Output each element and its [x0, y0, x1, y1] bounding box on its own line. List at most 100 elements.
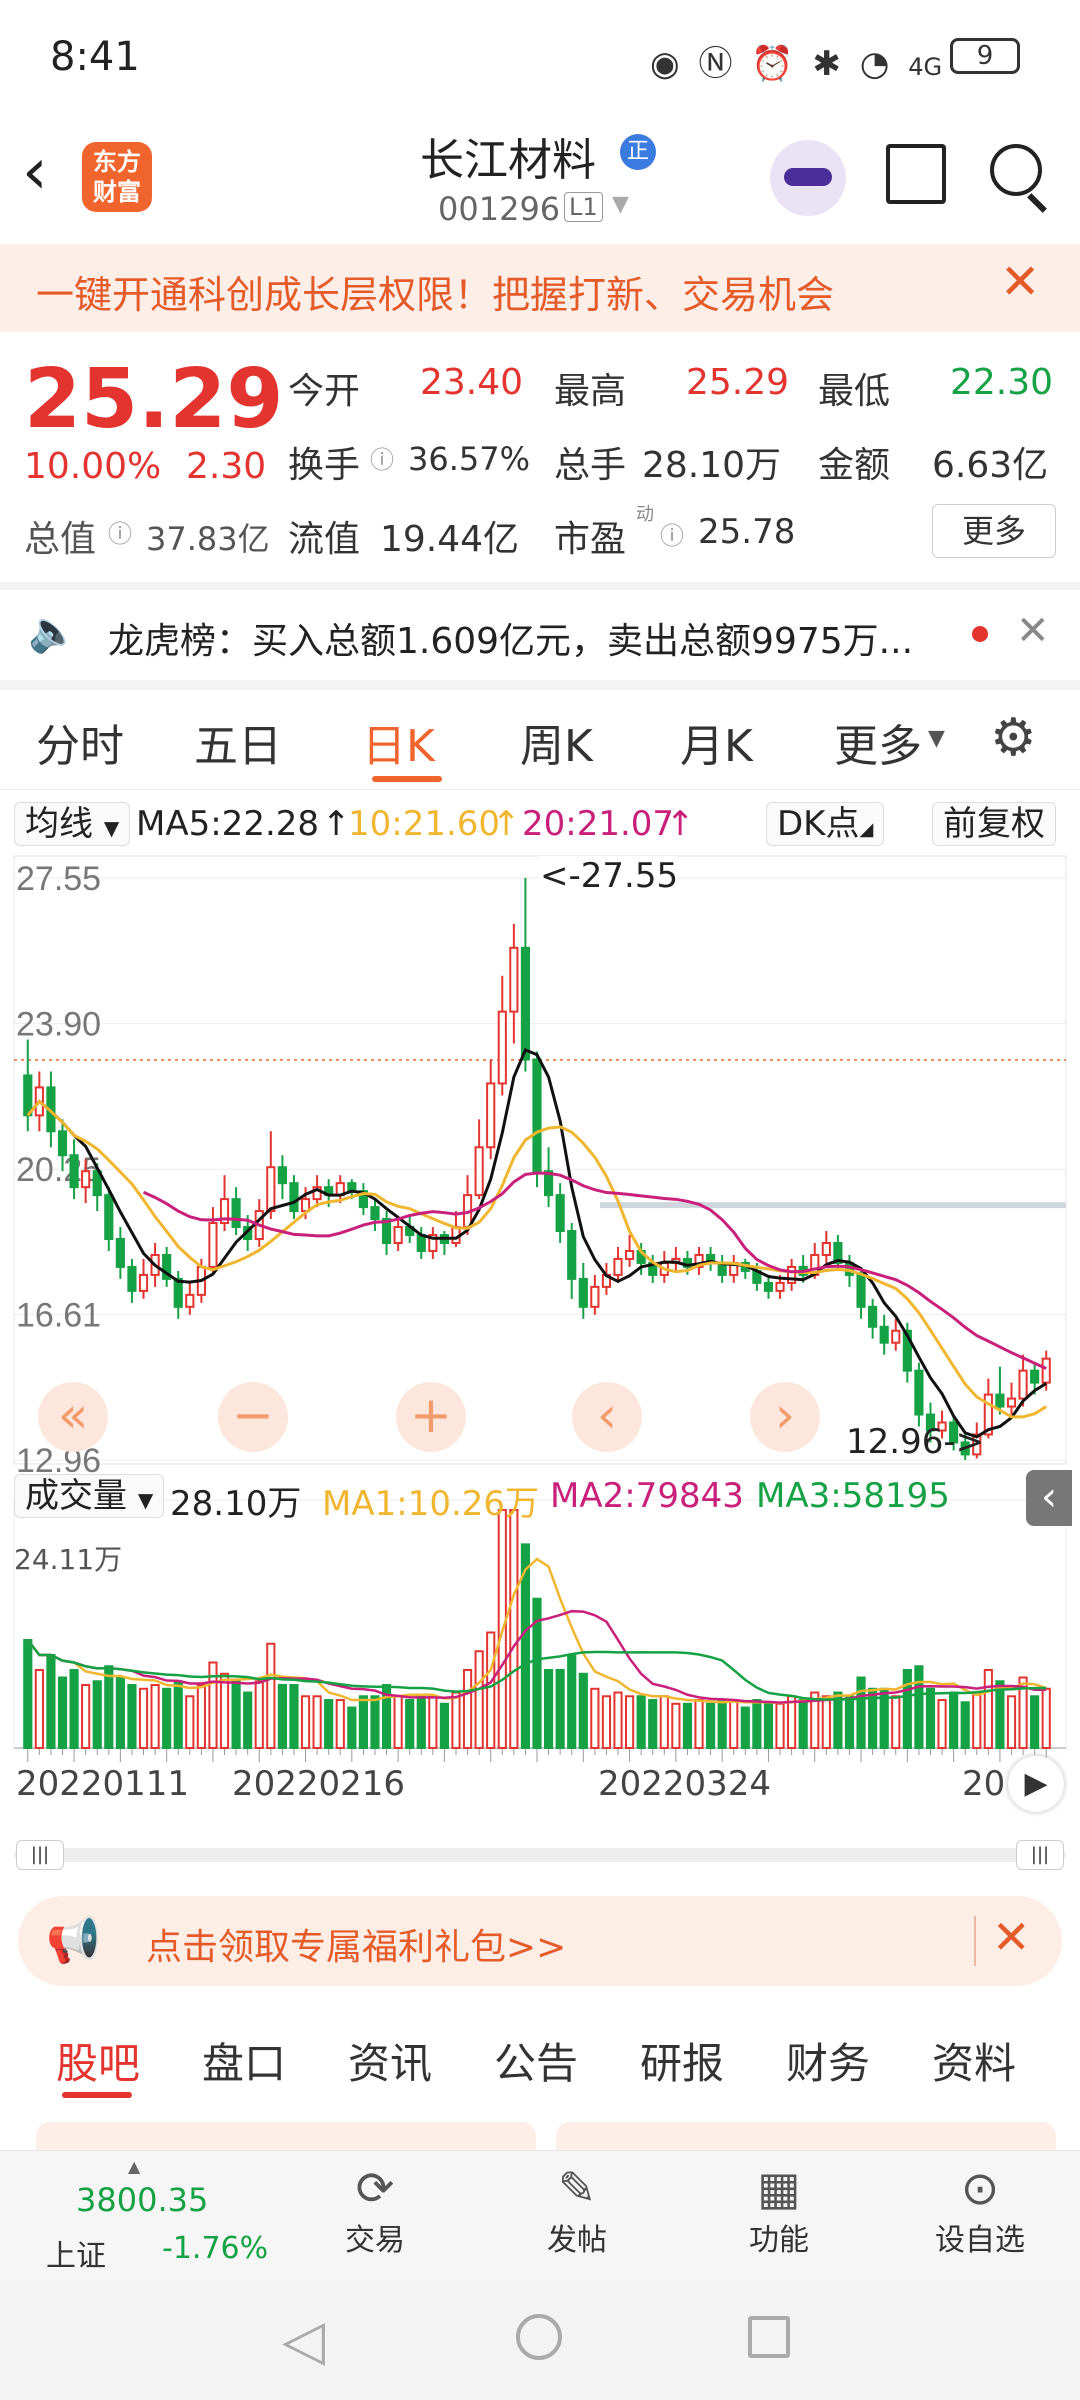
back-arrow-icon[interactable]: ‹	[22, 140, 48, 204]
range-handle-right[interactable]: |||	[1016, 1840, 1064, 1870]
volume-bar	[763, 1702, 774, 1749]
close-icon[interactable]: ✕	[1000, 254, 1040, 310]
tab-news[interactable]: 资讯	[348, 2030, 432, 2091]
index-value[interactable]: 3800.35	[76, 2181, 208, 2219]
tab-research[interactable]: 研报	[640, 2030, 724, 2091]
float-value: 19.44亿	[380, 519, 520, 560]
bottom-dock: ▲ 3800.35 上证 -1.76% ⟳ 交易 ✎ 发帖 ▦ 功能 ⊙ 设自选	[0, 2150, 1080, 2280]
volume-bar	[995, 1680, 1005, 1749]
volume-bar	[983, 1669, 993, 1749]
zoom-out-icon[interactable]: −	[218, 1382, 288, 1452]
volume-bar	[833, 1691, 843, 1749]
pe-info-icon[interactable]: ⓘ	[660, 516, 684, 551]
close-news-icon[interactable]: ✕	[1016, 608, 1050, 654]
zoom-in-icon[interactable]: +	[396, 1382, 466, 1452]
range-scrollbar[interactable]	[14, 1848, 1066, 1862]
tab-weekly-k[interactable]: 周K	[520, 710, 593, 774]
volume-bar	[659, 1695, 669, 1749]
turnover-label: 换手	[288, 445, 361, 486]
volume-bar	[300, 1695, 311, 1749]
card-left[interactable]	[36, 2122, 536, 2150]
candle-down	[578, 1277, 588, 1308]
eastmoney-logo[interactable]: 东方 财富	[82, 142, 152, 212]
volume-bar	[150, 1684, 160, 1749]
mktcap-info-icon[interactable]: ⓘ	[108, 514, 132, 549]
volume-bar	[543, 1669, 554, 1749]
nav-back-icon[interactable]: ◁	[282, 2308, 325, 2373]
kline-svg: 27.5523.9020.2516.6112.96	[13, 855, 1067, 1762]
candle-down	[370, 1206, 380, 1221]
speaker-icon: 🔈	[28, 609, 78, 655]
index-up-caret-icon: ▲	[128, 2157, 141, 2176]
candle-up	[266, 1166, 276, 1213]
welfare-banner[interactable]: 📢 点击领取专属福利礼包>> ✕	[18, 1896, 1062, 1986]
volume-bar	[92, 1680, 102, 1749]
tab-finance[interactable]: 财务	[786, 2030, 870, 2091]
pe-label: 市盈	[554, 519, 627, 560]
add-watchlist-button[interactable]: ⊙ 设自选	[920, 2161, 1040, 2259]
ma20-value: 20:21.07	[522, 804, 675, 844]
scroll-right-icon[interactable]: ▶	[1008, 1756, 1064, 1812]
range-handle-left[interactable]: |||	[16, 1840, 64, 1870]
amount-value: 6.63亿	[932, 445, 1049, 486]
trade-button[interactable]: ⟳ 交易	[330, 2161, 420, 2259]
dk-point-button[interactable]: DK点◢	[766, 802, 885, 846]
settings-gear-icon[interactable]: ⚙	[990, 708, 1037, 768]
wifi-icon: ◔	[859, 44, 890, 84]
vol-max-label: 24.11万	[14, 1543, 123, 1576]
rewind-icon[interactable]: «	[38, 1382, 108, 1452]
adjust-button[interactable]: 前复权	[932, 802, 1056, 846]
info-icon[interactable]: ⓘ	[370, 440, 394, 475]
candle-up	[1006, 1397, 1017, 1408]
card-right[interactable]	[556, 2122, 1056, 2150]
candle-down	[69, 1154, 79, 1189]
tab-five-day[interactable]: 五日	[194, 710, 282, 774]
collapse-panel-icon[interactable]: ‹	[1026, 1470, 1072, 1526]
news-ticker[interactable]: 🔈 龙虎榜：买入总额1.609亿元，卖出总额9975万... ✕	[0, 590, 1080, 680]
candle-up	[775, 1281, 785, 1292]
edit-icon: ✎	[557, 2161, 597, 2215]
megaphone-icon: 📢	[46, 1915, 101, 1966]
nav-recents-icon[interactable]	[748, 2316, 790, 2358]
function-label: 功能	[749, 2223, 809, 2258]
low-annotation: 12.96->	[846, 1422, 985, 1462]
tab-profile[interactable]: 资料	[932, 2030, 1016, 2091]
search-icon[interactable]	[990, 144, 1042, 196]
volume-bar	[624, 1695, 635, 1749]
level-dropdown-icon[interactable]: ▼	[612, 192, 629, 217]
level-badge[interactable]: L1	[564, 192, 603, 222]
indicator-select[interactable]: 成交量 ▼	[14, 1474, 165, 1518]
nav-home-icon[interactable]	[516, 2314, 562, 2360]
high-value: 25.29	[686, 362, 790, 403]
tab-intraday[interactable]: 分时	[36, 710, 124, 774]
volume-bar	[416, 1695, 426, 1749]
prev-icon[interactable]: ‹	[572, 1382, 642, 1452]
ma-type-select[interactable]: 均线 ▼	[14, 802, 131, 846]
high-annotation: <-27.55	[540, 856, 679, 896]
tab-pankou[interactable]: 盘口	[202, 2030, 286, 2091]
tab-announcement[interactable]: 公告	[494, 2030, 578, 2091]
tab-monthly-k[interactable]: 月K	[680, 710, 753, 774]
candle-up	[81, 1170, 91, 1189]
more-dropdown-icon[interactable]: ▼	[928, 726, 945, 751]
next-icon[interactable]: ›	[750, 1382, 820, 1452]
function-button[interactable]: ▦ 功能	[734, 2161, 824, 2259]
volume-bar	[439, 1702, 450, 1749]
tab-more[interactable]: 更多	[834, 710, 922, 774]
ma5-value: MA5:22.28	[136, 804, 320, 844]
post-button[interactable]: ✎ 发帖	[532, 2161, 622, 2259]
more-button[interactable]: 更多	[932, 504, 1056, 558]
promo-banner[interactable]: 一键开通科创成长层权限！把握打新、交易机会 ✕	[0, 244, 1080, 332]
tab-guba[interactable]: 股吧	[56, 2030, 140, 2091]
volume-bar	[914, 1665, 924, 1750]
volume-bar	[601, 1695, 612, 1749]
date-label-1: 20220111	[16, 1764, 190, 1804]
tab-daily-k[interactable]: 日K	[362, 710, 435, 774]
candle-down	[57, 1130, 68, 1157]
share-icon[interactable]	[886, 144, 946, 204]
robot-assistant-icon[interactable]	[770, 140, 846, 216]
price-tick-label: 27.55	[16, 860, 101, 898]
ma10-value: 10:21.60	[348, 804, 501, 844]
close-banner-icon[interactable]: ✕	[992, 1910, 1031, 1964]
low-value: 22.30	[950, 362, 1054, 403]
